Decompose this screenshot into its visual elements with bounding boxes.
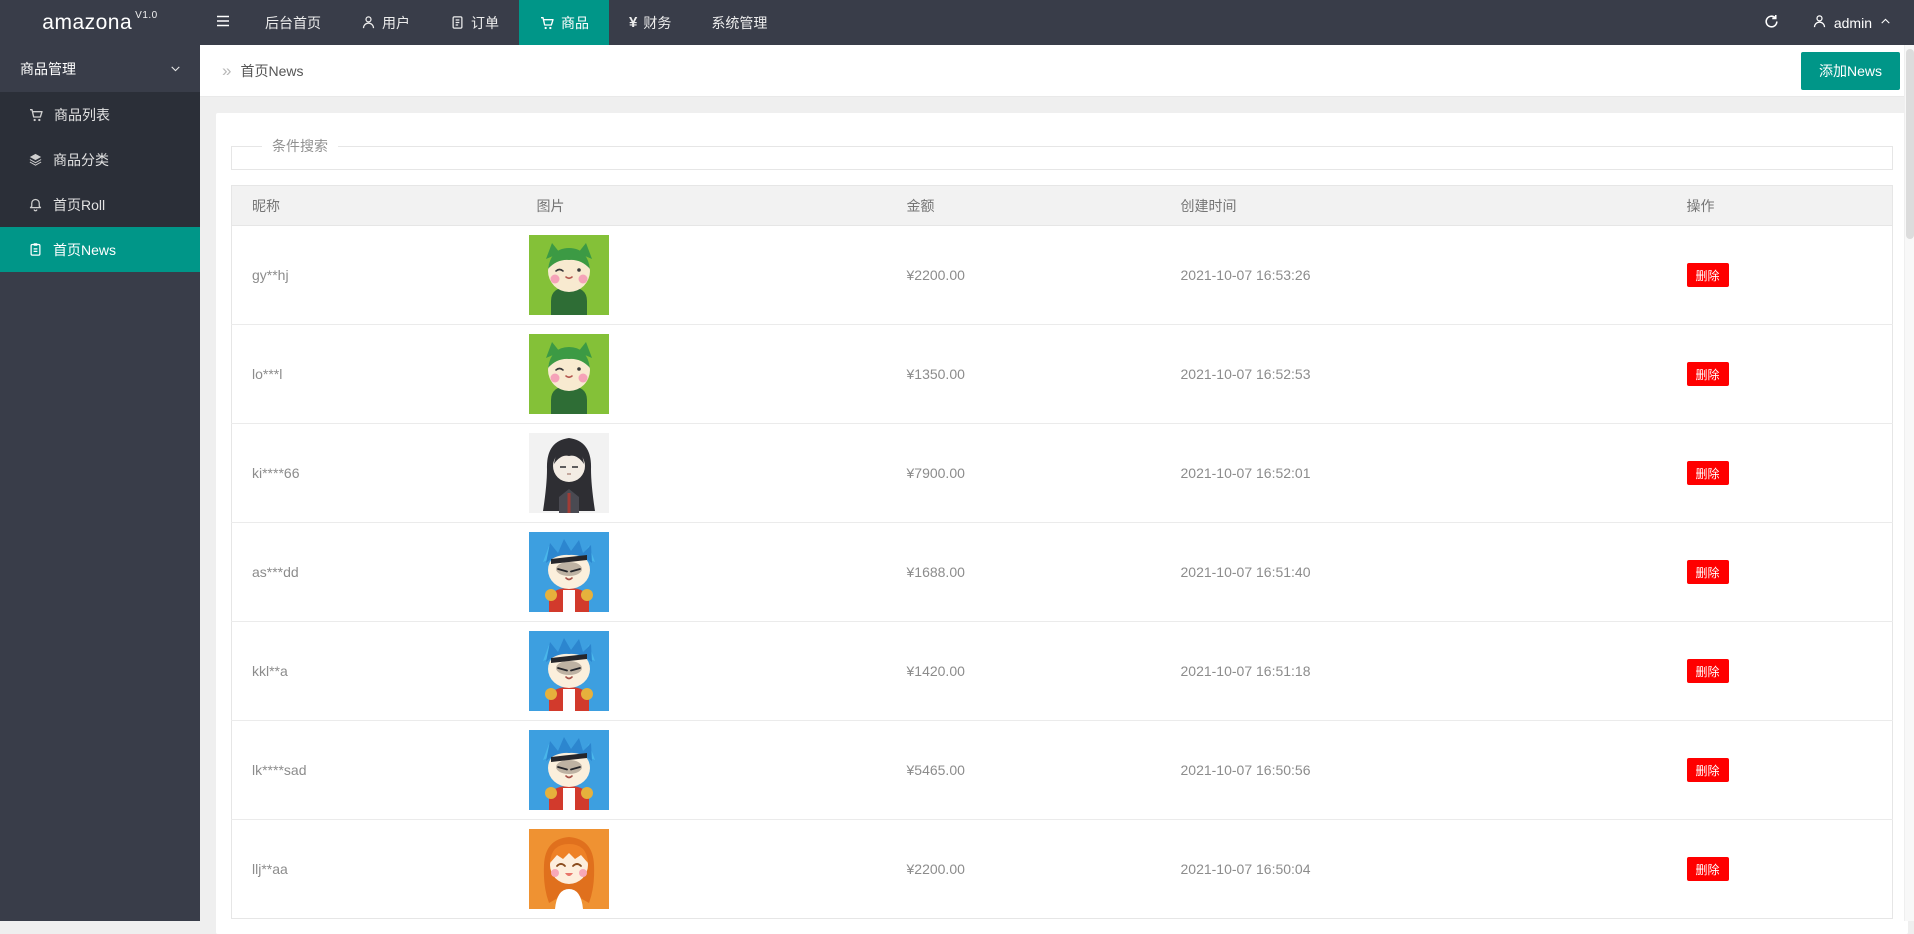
delete-button[interactable]: 删除: [1687, 659, 1729, 683]
blue-cat-avatar: [529, 730, 609, 810]
column-header: 昵称: [232, 186, 517, 226]
table-header-row: 昵称图片金额创建时间操作: [232, 186, 1893, 226]
logo-version: V1.0: [135, 10, 158, 21]
nickname-text: llj**aa: [252, 861, 288, 877]
refresh-button[interactable]: [1746, 0, 1798, 45]
main-area: » 首页News 添加News 条件搜索 昵称图片金额创建时间操作 gy**hj…: [200, 45, 1914, 921]
amount-text: ¥2200.00: [907, 861, 965, 877]
created-time-text: 2021-10-07 16:52:01: [1181, 465, 1311, 481]
refresh-icon: [1763, 13, 1780, 33]
username-text: admin: [1834, 15, 1872, 31]
header-actions: admin: [1746, 0, 1914, 45]
table-row: ki****66 ¥7900.00 2021-10-07 16:52:01 删除: [232, 424, 1893, 523]
layers-icon: [28, 152, 43, 167]
nickname-text: as***dd: [252, 564, 299, 580]
topnav-item-系统管理[interactable]: 系统管理: [691, 0, 787, 45]
nickname-text: kkl**a: [252, 663, 288, 679]
yen-icon: ¥: [629, 15, 637, 30]
user-icon: [361, 15, 376, 30]
created-time-text: 2021-10-07 16:50:04: [1181, 861, 1311, 877]
created-time-text: 2021-10-07 16:52:53: [1181, 366, 1311, 382]
green-cat-avatar: [529, 334, 609, 414]
breadcrumb-caret-icon: »: [222, 62, 231, 79]
amount-text: ¥1350.00: [907, 366, 965, 382]
nickname-text: gy**hj: [252, 267, 289, 283]
vertical-scrollbar[interactable]: [1904, 45, 1914, 921]
nickname-text: lo***l: [252, 366, 282, 382]
amount-text: ¥7900.00: [907, 465, 965, 481]
table-row: kkl**a ¥1420.00 2021-10-07 16:51:18 删除: [232, 622, 1893, 721]
sidebar-item-首页News[interactable]: 首页News: [0, 227, 200, 272]
sidebar-group-label: 商品管理: [20, 59, 169, 79]
sidebar-submenu: 商品列表 商品分类 首页Roll 首页News: [0, 92, 200, 272]
sidebar-item-商品分类[interactable]: 商品分类: [0, 137, 200, 182]
news-table: 昵称图片金额创建时间操作 gy**hj ¥2200.00 2021-10-07 …: [231, 185, 1893, 919]
created-time-text: 2021-10-07 16:51:40: [1181, 564, 1311, 580]
blue-cat-avatar: [529, 631, 609, 711]
nickname-text: lk****sad: [252, 762, 306, 778]
cart-icon: [28, 107, 44, 123]
amount-text: ¥5465.00: [907, 762, 965, 778]
topnav-item-商品[interactable]: 商品: [519, 0, 609, 45]
created-time-text: 2021-10-07 16:51:18: [1181, 663, 1311, 679]
search-filter-legend: 条件搜索: [262, 136, 338, 156]
table-row: as***dd ¥1688.00 2021-10-07 16:51:40 删除: [232, 523, 1893, 622]
table-row: gy**hj ¥2200.00 2021-10-07 16:53:26 删除: [232, 226, 1893, 325]
search-filter-panel: 条件搜索: [231, 136, 1893, 170]
nickname-text: ki****66: [252, 465, 299, 481]
dark-hair-avatar: [529, 433, 609, 513]
scrollbar-thumb[interactable]: [1906, 49, 1914, 239]
chevron-down-icon: [169, 62, 182, 75]
blue-cat-avatar: [529, 532, 609, 612]
topnav-item-订单[interactable]: 订单: [430, 0, 519, 45]
cart-icon: [539, 15, 555, 31]
delete-button[interactable]: 删除: [1687, 263, 1729, 287]
sidebar-group-goods[interactable]: 商品管理: [0, 45, 200, 92]
breadcrumb: 首页News: [240, 61, 303, 81]
content-card: 条件搜索 昵称图片金额创建时间操作 gy**hj ¥2200.00 2021-1…: [216, 113, 1908, 934]
green-cat-avatar: [529, 235, 609, 315]
delete-button[interactable]: 删除: [1687, 362, 1729, 386]
hamburger-icon: [214, 12, 232, 33]
sidebar-item-首页Roll[interactable]: 首页Roll: [0, 182, 200, 227]
topnav-item-后台首页[interactable]: 后台首页: [245, 0, 341, 45]
column-header: 创建时间: [1161, 186, 1667, 226]
table-row: llj**aa ¥2200.00 2021-10-07 16:50:04 删除: [232, 820, 1893, 919]
topnav-item-用户[interactable]: 用户: [341, 0, 430, 45]
amount-text: ¥1688.00: [907, 564, 965, 580]
table-body: gy**hj ¥2200.00 2021-10-07 16:53:26 删除 l…: [232, 226, 1893, 919]
user-icon: [1812, 14, 1827, 32]
sidebar: 商品管理 商品列表 商品分类 首页Roll 首页News: [0, 45, 200, 921]
delete-button[interactable]: 删除: [1687, 560, 1729, 584]
delete-button[interactable]: 删除: [1687, 461, 1729, 485]
sidebar-item-商品列表[interactable]: 商品列表: [0, 92, 200, 137]
order-icon: [450, 15, 465, 30]
topnav-item-财务[interactable]: ¥ 财务: [609, 0, 691, 45]
user-menu[interactable]: admin: [1798, 0, 1914, 45]
top-navigation: 后台首页 用户 订单 商品 ¥ 财务 系统管理: [245, 0, 787, 45]
column-header: 金额: [887, 186, 1161, 226]
news-icon: [28, 242, 43, 257]
add-news-button[interactable]: 添加News: [1801, 52, 1900, 90]
delete-button[interactable]: 删除: [1687, 857, 1729, 881]
orange-girl-avatar: [529, 829, 609, 909]
delete-button[interactable]: 删除: [1687, 758, 1729, 782]
collapse-menu-button[interactable]: [200, 0, 245, 45]
top-header: amazonaV1.0 后台首页 用户 订单 商品 ¥ 财务 系统管理 admi…: [0, 0, 1914, 45]
content-region: 条件搜索 昵称图片金额创建时间操作 gy**hj ¥2200.00 2021-1…: [200, 97, 1914, 934]
table-row: lk****sad ¥5465.00 2021-10-07 16:50:56 删…: [232, 721, 1893, 820]
column-header: 图片: [517, 186, 887, 226]
bell-icon: [28, 197, 43, 212]
amount-text: ¥1420.00: [907, 663, 965, 679]
breadcrumb-bar: » 首页News 添加News: [200, 45, 1914, 97]
app-logo: amazonaV1.0: [0, 0, 200, 45]
column-header: 操作: [1667, 186, 1893, 226]
logo-text: amazona: [42, 11, 132, 35]
table-row: lo***l ¥1350.00 2021-10-07 16:52:53 删除: [232, 325, 1893, 424]
created-time-text: 2021-10-07 16:50:56: [1181, 762, 1311, 778]
chevron-up-icon: [1879, 15, 1892, 31]
created-time-text: 2021-10-07 16:53:26: [1181, 267, 1311, 283]
amount-text: ¥2200.00: [907, 267, 965, 283]
